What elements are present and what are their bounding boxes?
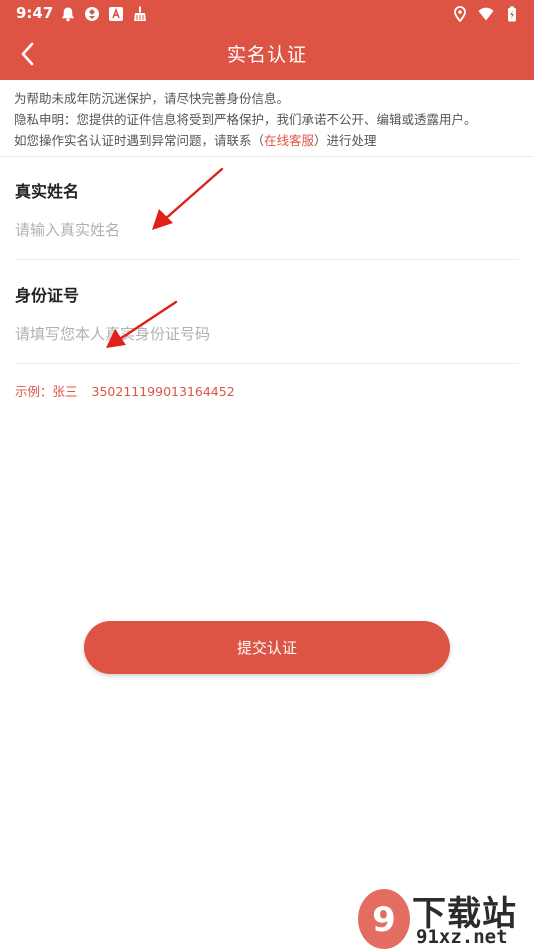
notice-line-1: 为帮助未成年防沉迷保护，请尽快完善身份信息。 <box>14 91 290 106</box>
id-number-divider <box>15 363 519 364</box>
status-icons-left <box>60 6 148 22</box>
notice-line-3: 如您操作实名认证时遇到异常问题，请联系（在线客服）进行处理 <box>14 130 524 151</box>
a-badge-icon <box>109 7 123 21</box>
example-hint: 示例：张三 350211199013164452 <box>15 381 235 400</box>
location-icon <box>454 6 466 22</box>
header: 9:47 实名认证 <box>0 0 534 80</box>
bell-icon <box>62 7 74 22</box>
shutter-icon <box>85 7 99 21</box>
broom-icon <box>134 6 146 21</box>
watermark-logo-icon: 9 <box>358 889 410 949</box>
example-name: 示例：张三 <box>15 384 78 399</box>
status-bar: 9:47 <box>0 0 534 28</box>
battery-icon <box>508 6 516 22</box>
submit-button[interactable]: 提交认证 <box>84 621 450 674</box>
name-divider <box>15 259 519 260</box>
notice-divider <box>0 156 534 157</box>
id-number-input[interactable] <box>15 319 515 349</box>
privacy-notice: 为帮助未成年防沉迷保护，请尽快完善身份信息。 隐私申明：您提供的证件信息将受到严… <box>14 88 524 151</box>
name-label: 真实姓名 <box>15 182 80 201</box>
notice-line-2: 隐私申明：您提供的证件信息将受到严格保护，我们承诺不公开、编辑或透露用户。 <box>14 112 477 127</box>
id-number-label: 身份证号 <box>15 286 80 305</box>
wifi-icon <box>478 7 494 21</box>
online-service-link[interactable]: 在线客服 <box>264 133 314 148</box>
titlebar: 实名认证 <box>0 28 534 80</box>
status-time: 9:47 <box>16 4 54 22</box>
watermark-text-bottom: 91xz.net <box>416 926 508 948</box>
svg-text:9: 9 <box>372 900 396 940</box>
watermark: 9 下载站 91xz.net <box>356 886 532 952</box>
page-title: 实名认证 <box>226 44 307 66</box>
name-input[interactable] <box>15 215 515 245</box>
example-id-number: 350211199013164452 <box>91 384 235 399</box>
notice-line-3-suffix: ）进行处理 <box>314 133 377 148</box>
notice-line-3-prefix: 如您操作实名认证时遇到异常问题，请联系（ <box>14 133 265 148</box>
status-icons-right <box>452 6 520 22</box>
